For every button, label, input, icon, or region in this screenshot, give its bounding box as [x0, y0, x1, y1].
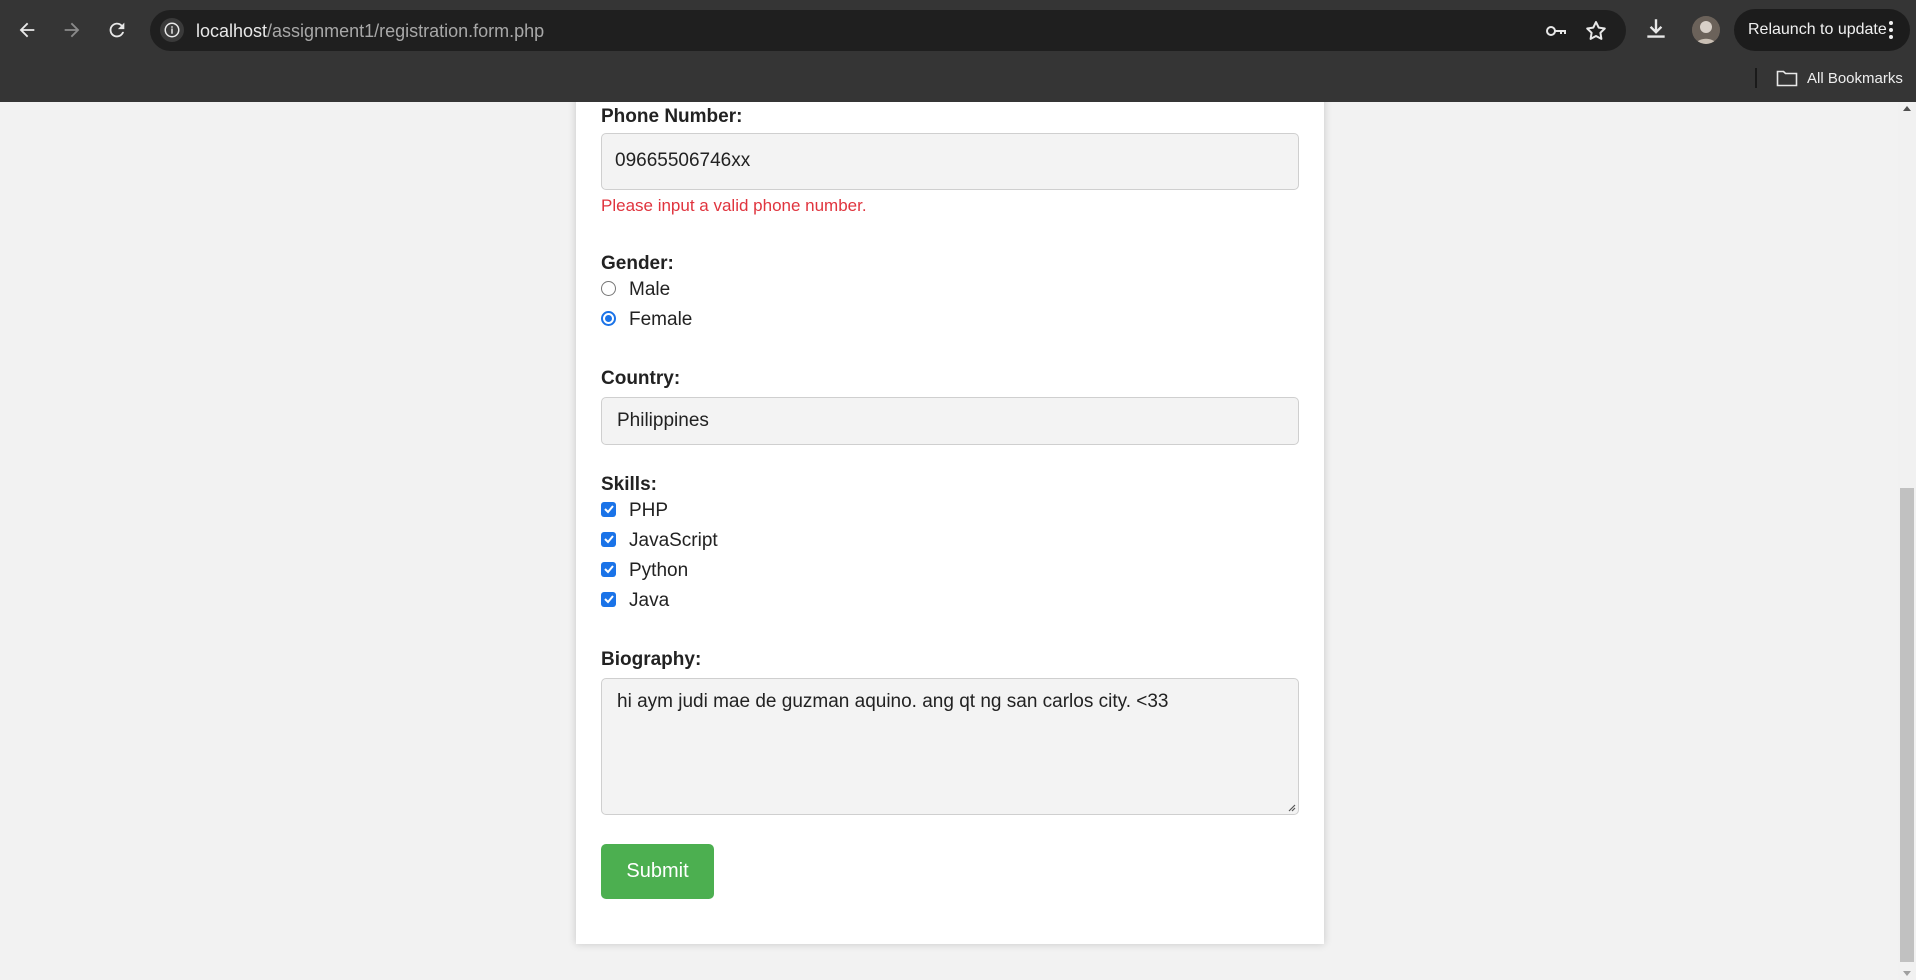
radio-male[interactable] [601, 280, 616, 296]
phone-label: Phone Number: [601, 106, 743, 127]
key-icon[interactable] [1544, 19, 1568, 43]
relaunch-button[interactable]: Relaunch to update [1734, 9, 1910, 51]
skill-option-label: Python [629, 560, 689, 581]
page-scrollbar[interactable] [1898, 102, 1916, 980]
skill-option-python[interactable]: Python [601, 559, 688, 583]
bookmarks-bar: All Bookmarks [0, 60, 1916, 102]
back-button[interactable] [9, 12, 45, 48]
phone-input[interactable]: 09665506746xx [601, 133, 1299, 190]
gender-option-label: Male [629, 279, 671, 300]
browser-toolbar: localhost/assignment1/registration.form.… [0, 0, 1916, 60]
arrow-left-icon [19, 22, 35, 38]
all-bookmarks-label: All Bookmarks [1807, 69, 1903, 87]
all-bookmarks-button[interactable]: All Bookmarks [1776, 66, 1903, 90]
gender-option-label: Female [629, 309, 693, 330]
bookmarks-divider [1755, 68, 1757, 88]
checkbox-python[interactable] [601, 561, 616, 577]
url-host: localhost [196, 21, 268, 41]
radio-female[interactable] [601, 310, 616, 326]
country-label: Country: [601, 368, 681, 389]
gender-label: Gender: [601, 253, 674, 274]
forward-button[interactable] [54, 12, 90, 48]
skill-option-php[interactable]: PHP [601, 499, 668, 523]
scroll-up-arrow-icon[interactable] [1903, 106, 1911, 111]
kebab-menu-icon[interactable] [1888, 20, 1894, 40]
registration-form: Phone Number: 09665506746xx Please input… [576, 102, 1324, 944]
skill-option-javascript[interactable]: JavaScript [601, 529, 718, 553]
star-icon[interactable] [1584, 19, 1608, 43]
gender-option-male[interactable]: Male [601, 278, 670, 302]
profile-avatar[interactable] [1692, 16, 1720, 44]
url-text[interactable]: localhost/assignment1/registration.form.… [196, 21, 544, 42]
relaunch-label: Relaunch to update [1748, 21, 1887, 38]
country-select[interactable]: Philippines [601, 397, 1299, 445]
scroll-down-arrow-icon[interactable] [1903, 971, 1911, 976]
scrollbar-thumb[interactable] [1900, 488, 1914, 962]
checkbox-php[interactable] [601, 501, 616, 517]
address-bar[interactable]: localhost/assignment1/registration.form.… [150, 10, 1626, 51]
arrow-right-icon [64, 22, 80, 38]
biography-textarea[interactable]: hi aym judi mae de guzman aquino. ang qt… [601, 678, 1299, 815]
submit-button[interactable]: Submit [601, 844, 714, 899]
country-value: Philippines [617, 410, 709, 431]
skill-option-label: JavaScript [629, 530, 718, 551]
download-icon[interactable] [1643, 16, 1669, 42]
biography-label: Biography: [601, 649, 702, 670]
reload-button[interactable] [99, 12, 135, 48]
skills-label: Skills: [601, 474, 657, 495]
reload-icon [109, 22, 125, 38]
page-viewport: Phone Number: 09665506746xx Please input… [0, 102, 1898, 980]
phone-error-message: Please input a valid phone number. [601, 196, 867, 215]
biography-value: hi aym judi mae de guzman aquino. ang qt… [617, 691, 1169, 712]
browser-chrome: localhost/assignment1/registration.form.… [0, 0, 1916, 102]
resize-grip-icon[interactable] [1286, 802, 1296, 812]
skill-option-java[interactable]: Java [601, 589, 669, 613]
folder-icon [1776, 70, 1798, 87]
checkbox-javascript[interactable] [601, 531, 616, 547]
site-info-icon[interactable] [160, 18, 184, 42]
phone-value: 09665506746xx [615, 150, 751, 171]
checkbox-java[interactable] [601, 591, 616, 607]
avatar-icon [1692, 16, 1720, 44]
skill-option-label: Java [629, 590, 670, 611]
url-path: /assignment1/registration.form.php [267, 21, 545, 41]
gender-option-female[interactable]: Female [601, 308, 692, 332]
skill-option-label: PHP [629, 500, 669, 521]
